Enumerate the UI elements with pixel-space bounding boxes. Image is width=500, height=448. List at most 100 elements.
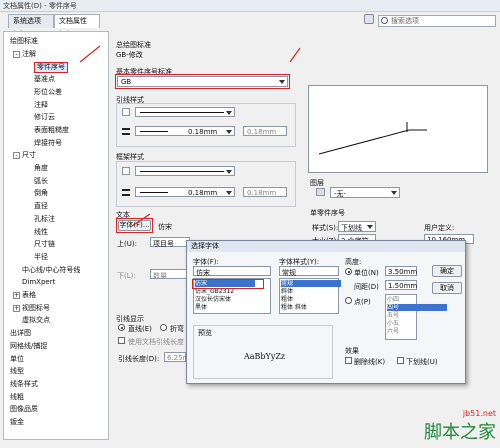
- frame-width-select[interactable]: 0.18mm: [135, 187, 235, 197]
- tree-item[interactable]: 注释: [34, 101, 48, 110]
- tree-item[interactable]: 尺寸链: [34, 240, 55, 249]
- tree-expander-icon[interactable]: +: [13, 304, 20, 312]
- tree-item[interactable]: 线型: [10, 367, 24, 376]
- radio-straight[interactable]: [118, 324, 125, 331]
- preview-text: AaBbYyZz: [244, 352, 286, 361]
- window-titlebar: 文档属性(D) - 零件序号: [0, 0, 500, 12]
- radio-bent[interactable]: [160, 324, 167, 331]
- overall-standard-label: 总绘图标准: [116, 41, 151, 49]
- tree-item[interactable]: 视图标号: [22, 304, 50, 313]
- tree-item[interactable]: 注解: [22, 50, 36, 59]
- tree-item[interactable]: 表格: [22, 291, 36, 300]
- underline-checkbox[interactable]: [397, 357, 404, 364]
- list-item[interactable]: 斜体: [281, 288, 341, 295]
- font-style-input[interactable]: 常规: [279, 266, 339, 277]
- leader-width-select[interactable]: 0.18mm: [135, 126, 235, 136]
- cancel-button[interactable]: 取消: [432, 282, 462, 294]
- font-value: 仿宋: [158, 223, 172, 231]
- font-style-list[interactable]: 常规 斜体 粗体 粗体 斜体: [279, 278, 341, 314]
- tree-item[interactable]: 弧长: [34, 177, 48, 186]
- options-tree[interactable]: 绘图标准 - 注解 零件序号 基准点 形位公差 注释 修订云 表面粗糙度 焊接符号 - 尺寸 角度 弧长倒…: [3, 31, 109, 440]
- leader-line-style-select[interactable]: [135, 107, 235, 117]
- lower-text-select[interactable]: 数量: [150, 269, 190, 280]
- preview-canvas: [308, 85, 488, 173]
- frame-line-style-select[interactable]: [135, 166, 235, 176]
- tree-item[interactable]: 半径: [34, 253, 48, 262]
- leader-style-group: 0.18mm 0.18mm: [116, 103, 296, 147]
- list-item[interactable]: 粗体 斜体: [281, 304, 341, 311]
- frame-width-custom[interactable]: 0.18mm: [243, 187, 287, 197]
- radio-bent-label: 折弯: [170, 325, 184, 333]
- unit-input[interactable]: 3.50mm: [385, 266, 417, 276]
- tree-item[interactable]: 角度: [34, 164, 48, 173]
- list-item[interactable]: 黑体: [195, 304, 255, 311]
- tree-item[interactable]: 钣金: [10, 418, 24, 427]
- tree-expander-icon[interactable]: +: [13, 292, 20, 299]
- tree-item[interactable]: 单位: [10, 355, 24, 364]
- tree-item[interactable]: 中心线/中心符号线: [22, 266, 80, 275]
- leader-length-label: 引线长度(D):: [118, 355, 160, 363]
- list-item[interactable]: 常规: [281, 280, 341, 287]
- tree-item[interactable]: 基准点: [34, 75, 55, 84]
- layer-select[interactable]: -无-: [330, 187, 400, 198]
- strikeout-label: 删除线(K): [354, 358, 386, 366]
- tab-document-properties[interactable]: 文档属性(D): [54, 14, 100, 38]
- tree-item[interactable]: 绘图标准: [10, 37, 38, 46]
- leader-width-value: 0.18mm: [188, 128, 218, 136]
- tree-item[interactable]: 零件序号: [34, 62, 68, 74]
- leader-length-input[interactable]: 6.25m: [164, 352, 189, 362]
- search-icon: [381, 17, 388, 24]
- balloon-preview: [318, 122, 427, 155]
- list-item[interactable]: 小四: [387, 296, 447, 303]
- tree-item[interactable]: 网格线/捕捉: [10, 342, 47, 351]
- tab-system-options[interactable]: 系统选项(S): [8, 14, 54, 38]
- spacing-input[interactable]: 1.50mm: [385, 280, 417, 290]
- use-doc-leader-checkbox[interactable]: [118, 337, 125, 344]
- overall-standard-value: GB-修改: [116, 51, 143, 59]
- tree-item[interactable]: 修订云: [34, 113, 55, 122]
- tree-item[interactable]: 出详图: [10, 329, 31, 338]
- tree-expander-icon[interactable]: -: [13, 152, 20, 160]
- gear-icon[interactable]: [364, 14, 374, 24]
- ok-button[interactable]: 确定: [432, 265, 462, 277]
- font-name-input[interactable]: 仿宋: [193, 266, 271, 277]
- radio-unit[interactable]: [345, 268, 352, 275]
- search-input[interactable]: 搜索选项: [378, 15, 496, 27]
- select-font-dialog: 选择字体 字体(F): 仿宋 仿宋 仿宋_GB2312 汉仪长仿宋体 黑体 字体样式(…: [186, 240, 466, 384]
- tree-item[interactable]: 图像品质: [10, 405, 38, 414]
- style-select[interactable]: 下划线: [338, 221, 376, 232]
- leader-width-custom[interactable]: 0.18mm: [243, 126, 287, 136]
- tree-item[interactable]: 线性: [34, 228, 48, 237]
- list-item[interactable]: 五号: [387, 312, 447, 319]
- list-item[interactable]: 小五: [387, 320, 447, 327]
- dialog-title: 选择字体: [187, 241, 465, 252]
- strikeout-checkbox[interactable]: [345, 357, 352, 364]
- tree-item[interactable]: 倒角: [34, 189, 48, 198]
- tree-expander-icon[interactable]: -: [13, 50, 20, 58]
- frame-style-icon: [122, 167, 130, 175]
- tree-item[interactable]: 虚拟交点: [22, 316, 50, 325]
- frame-weight-icon: [122, 189, 130, 196]
- list-item[interactable]: 六号: [387, 328, 447, 335]
- point-size-list[interactable]: 小四 四号 五号 小五 六号: [385, 294, 447, 340]
- underline-label: 下划线(U): [406, 358, 438, 366]
- tree-item[interactable]: 线条样式: [10, 380, 38, 389]
- list-item[interactable]: 粗体: [281, 296, 341, 303]
- tree-item[interactable]: 孔标注: [34, 215, 55, 224]
- effects-label: 效果: [345, 347, 359, 355]
- highlight-font-button: [116, 218, 153, 233]
- lower-label: 下(L):: [117, 272, 136, 280]
- tree-item[interactable]: DimXpert: [22, 278, 55, 287]
- radio-point[interactable]: [345, 297, 352, 304]
- tree-item[interactable]: 焊接符号: [34, 139, 62, 148]
- tree-item[interactable]: 线粗: [10, 393, 24, 402]
- tree-item[interactable]: 尺寸: [22, 151, 36, 160]
- tree-item[interactable]: 直径: [34, 202, 48, 211]
- watermark: jb51.net 脚本之家: [424, 409, 496, 444]
- list-item[interactable]: 四号: [387, 304, 447, 311]
- tree-item[interactable]: 形位公差: [34, 88, 62, 97]
- upper-text-select[interactable]: 项目号: [150, 237, 190, 248]
- tree-item[interactable]: 表面粗糙度: [34, 126, 69, 135]
- list-item[interactable]: 汉仪长仿宋体: [195, 296, 255, 303]
- list-item[interactable]: 仿宋_GB2312: [195, 288, 255, 295]
